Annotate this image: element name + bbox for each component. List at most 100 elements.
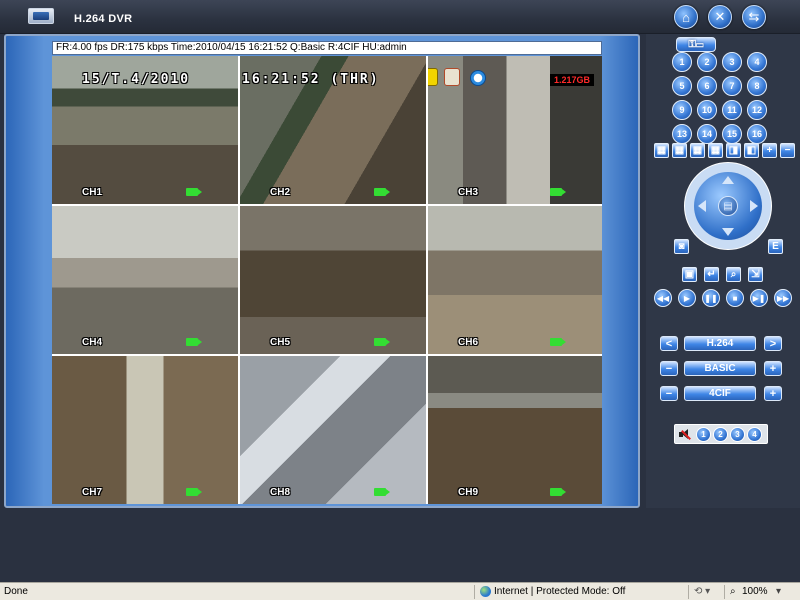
channel-9-button[interactable]: 9	[672, 100, 692, 120]
network-icon[interactable]: ⇆	[742, 5, 766, 29]
record-schedule-icon	[444, 68, 460, 86]
channel-2-button[interactable]: 2	[697, 52, 717, 72]
camera-tile-ch4[interactable]: CH4	[52, 206, 238, 354]
channel-label: CH7	[82, 487, 103, 498]
security-zone-text[interactable]: Internet | Protected Mode: Off	[494, 583, 625, 600]
export-icon[interactable]: ⇲	[748, 267, 763, 282]
camera-tile-ch2[interactable]: 16:21:52 (THR) CH2	[240, 56, 426, 204]
codec-value: H.264	[684, 336, 756, 351]
app-logo-icon	[28, 8, 54, 24]
recording-camera-icon	[186, 338, 202, 346]
channel-7-button[interactable]: 7	[722, 76, 742, 96]
quality-plus-button[interactable]: +	[764, 361, 782, 376]
channel-11-button[interactable]: 11	[722, 100, 742, 120]
channel-label: CH5	[270, 337, 291, 348]
ptz-center-button[interactable]: ▤	[718, 196, 738, 216]
camera-tile-ch1[interactable]: 15/T.4/2010 CH1	[52, 56, 238, 204]
grid-4-icon[interactable]: ▦	[672, 143, 687, 158]
channel-14-button[interactable]: 14	[697, 124, 717, 144]
channel-13-button[interactable]: 13	[672, 124, 692, 144]
e-button[interactable]: E	[768, 239, 783, 254]
channel-4-button[interactable]: 4	[747, 52, 767, 72]
browser-status-bar: Done Internet | Protected Mode: Off ⟲ ▾ …	[0, 582, 800, 600]
control-panel: ⚿▭ ▤ ◙ E ▣ ↵ ⌕ ⇲ < H.264 > − BASIC + − 4…	[646, 34, 800, 508]
recording-camera-icon	[186, 188, 202, 196]
channel-12-button[interactable]: 12	[747, 100, 767, 120]
date-overlay: 15/T.4/2010	[82, 72, 191, 87]
grid-16-icon[interactable]: ▦	[708, 143, 723, 158]
protected-mode-icon[interactable]: ⟲ ▾	[694, 583, 710, 600]
camera-tile-ch3[interactable]: 1.217GB CH3	[428, 56, 602, 204]
audio-channel-2-button[interactable]: 2	[713, 427, 728, 442]
channel-1-button[interactable]: 1	[672, 52, 692, 72]
chevron-down-icon[interactable]: ▾	[776, 583, 781, 600]
channel-8-button[interactable]: 8	[747, 76, 767, 96]
ptz-right-icon[interactable]	[750, 200, 758, 212]
audio-channel-bar: 1 2 3 4	[674, 424, 768, 444]
channel-label: CH4	[82, 337, 103, 348]
channel-label: CH9	[458, 487, 479, 498]
zoom-in-icon[interactable]: +	[762, 143, 777, 158]
resolution-plus-button[interactable]: +	[764, 386, 782, 401]
tools-icon[interactable]: ✕	[708, 5, 732, 29]
ptz-left-icon[interactable]	[698, 200, 706, 212]
home-icon[interactable]: ⌂	[674, 5, 698, 29]
rewind-icon[interactable]: ◀◀	[654, 289, 672, 307]
quality-minus-button[interactable]: −	[660, 361, 678, 376]
recording-camera-icon	[374, 188, 390, 196]
zoom-out-icon[interactable]: −	[780, 143, 795, 158]
audio-channel-1-button[interactable]: 1	[696, 427, 711, 442]
camera-tile-ch8[interactable]: CH8	[240, 356, 426, 504]
audio-channel-4-button[interactable]: 4	[747, 427, 762, 442]
recording-camera-icon	[550, 338, 566, 346]
channel-16-button[interactable]: 16	[747, 124, 767, 144]
channel-3-button[interactable]: 3	[722, 52, 742, 72]
step-icon[interactable]: ▶❚	[750, 289, 768, 307]
fast-forward-icon[interactable]: ▶▶	[774, 289, 792, 307]
app-title: H.264 DVR	[74, 13, 133, 25]
camera-grid: 15/T.4/2010 CH1 16:21:52 (THR) CH2 1.217…	[52, 56, 602, 504]
channel-5-button[interactable]: 5	[672, 76, 692, 96]
recording-camera-icon	[550, 188, 566, 196]
fullscreen-icon[interactable]: ◧	[744, 143, 759, 158]
snapshot-button[interactable]: ◙	[674, 239, 689, 254]
timer-icon	[470, 70, 486, 86]
recording-camera-icon	[374, 338, 390, 346]
disk-space-badge: 1.217GB	[549, 74, 594, 86]
grid-9-icon[interactable]: ▦	[690, 143, 705, 158]
ptz-down-icon[interactable]	[722, 228, 734, 236]
search-icon[interactable]: ⌕	[726, 267, 741, 282]
channel-label: CH6	[458, 337, 479, 348]
codec-next-button[interactable]: >	[764, 336, 782, 351]
recording-camera-icon	[550, 488, 566, 496]
save-icon[interactable]: ▣	[682, 267, 697, 282]
audio-channel-3-button[interactable]: 3	[730, 427, 745, 442]
channel-6-button[interactable]: 6	[697, 76, 717, 96]
pip-icon[interactable]: ◨	[726, 143, 741, 158]
zoom-level[interactable]: 100%	[742, 583, 768, 600]
divider	[688, 585, 689, 599]
channel-label: CH3	[458, 187, 479, 198]
speaker-mute-icon[interactable]	[679, 428, 691, 441]
grid-1-icon[interactable]: ▦	[654, 143, 669, 158]
play-icon[interactable]: ▶	[678, 289, 696, 307]
camera-tile-ch5[interactable]: CH5	[240, 206, 426, 354]
channel-10-button[interactable]: 10	[697, 100, 717, 120]
return-icon[interactable]: ↵	[704, 267, 719, 282]
stop-icon[interactable]: ■	[726, 289, 744, 307]
globe-icon	[480, 583, 492, 600]
resolution-minus-button[interactable]: −	[660, 386, 678, 401]
channel-15-button[interactable]: 15	[722, 124, 742, 144]
time-overlay: 16:21:52 (THR)	[242, 72, 380, 87]
codec-prev-button[interactable]: <	[660, 336, 678, 351]
stream-info-bar: FR:4.00 fps DR:175 kbps Time:2010/04/15 …	[52, 41, 602, 55]
divider	[474, 585, 475, 599]
ptz-up-icon[interactable]	[722, 176, 734, 184]
login-key-icon[interactable]: ⚿▭	[676, 37, 716, 52]
pause-icon[interactable]: ❚❚	[702, 289, 720, 307]
camera-tile-ch9[interactable]: CH9	[428, 356, 602, 504]
camera-tile-ch7[interactable]: CH7	[52, 356, 238, 504]
recording-camera-icon	[186, 488, 202, 496]
zoom-icon[interactable]: ⌕	[730, 583, 736, 600]
camera-tile-ch6[interactable]: CH6	[428, 206, 602, 354]
